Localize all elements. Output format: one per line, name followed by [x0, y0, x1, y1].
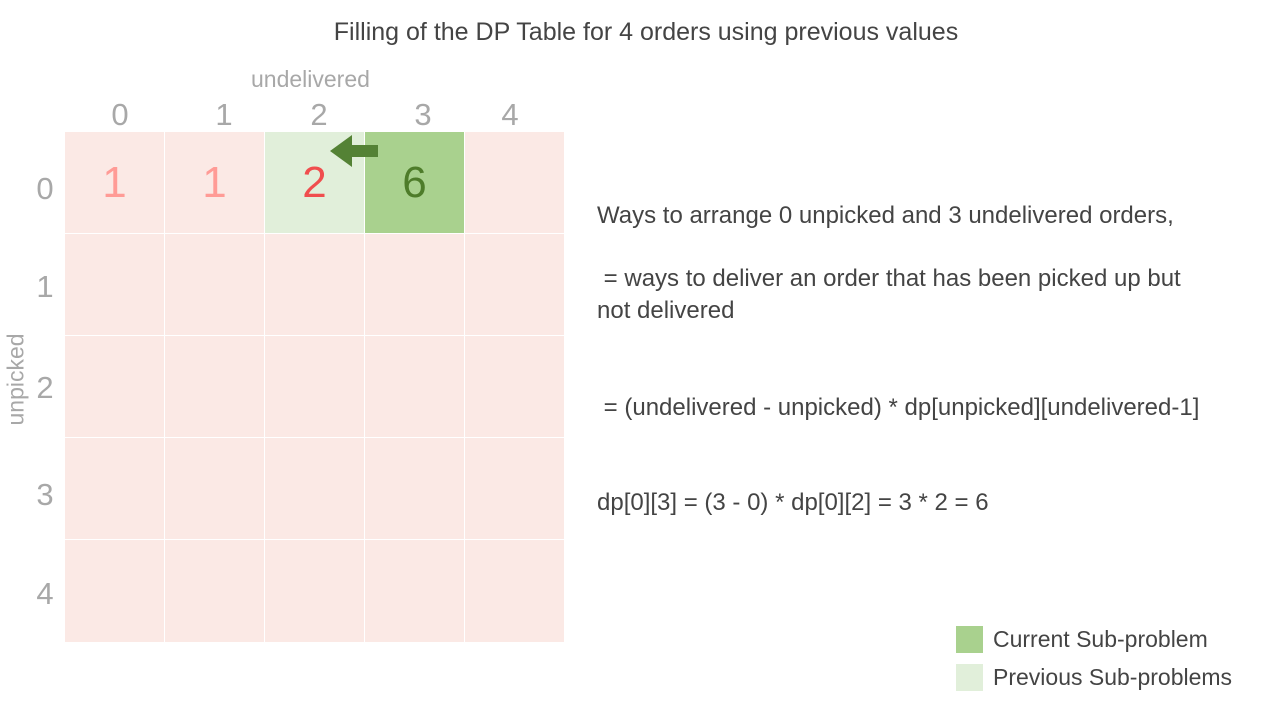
explanation-line-3: = (undelivered - unpicked) * dp[unpicked…	[597, 394, 1200, 421]
explanation-line-1: Ways to arrange 0 unpicked and 3 undeliv…	[597, 202, 1174, 229]
legend-previous: Previous Sub-problems	[956, 663, 1232, 691]
x-axis-title: undelivered	[251, 66, 370, 92]
dp-cell-3-2	[265, 438, 365, 540]
explanation-line-2: = ways to deliver an order that has been…	[597, 265, 1181, 324]
left-arrow-shape	[330, 135, 378, 167]
dp-cell-2-2	[265, 336, 365, 438]
dp-cell-1-3	[365, 234, 465, 336]
dp-cell-0-4	[465, 132, 565, 234]
row-label-4: 4	[36, 576, 54, 611]
legend-current: Current Sub-problem	[956, 625, 1208, 653]
dp-cell-2-0	[65, 336, 165, 438]
dp-cell-4-2	[265, 540, 365, 643]
dp-cell-value: 6	[402, 157, 427, 207]
dp-cell-2-1	[165, 336, 265, 438]
dp-cell-3-4	[465, 438, 565, 540]
explanation-line-4: dp[0][3] = (3 - 0) * dp[0][2] = 3 * 2 = …	[597, 489, 989, 516]
dp-cell-2-4	[465, 336, 565, 438]
dp-table: 1 1 2 6	[65, 132, 565, 643]
dp-cell-1-4	[465, 234, 565, 336]
dp-cell-value: 2	[302, 157, 327, 207]
column-label-4: 4	[501, 97, 519, 132]
dp-cell-4-1	[165, 540, 265, 643]
dp-cell-0-1: 1	[165, 132, 265, 234]
row-label-1: 1	[36, 269, 54, 304]
legend-previous-swatch	[956, 663, 983, 691]
left-arrow-icon	[330, 135, 378, 167]
dp-cell-4-3	[365, 540, 465, 643]
dp-cell-3-1	[165, 438, 265, 540]
dp-cell-2-3	[365, 336, 465, 438]
dp-cell-value: 1	[202, 157, 227, 207]
dp-cell-0-3: 6	[365, 132, 465, 234]
row-label-3: 3	[36, 477, 54, 512]
legend-previous-label: Previous Sub-problems	[993, 663, 1233, 690]
y-axis-title: unpicked	[2, 333, 29, 426]
legend-current-swatch	[956, 625, 983, 653]
column-label-1: 1	[215, 97, 233, 132]
dp-cell-4-4	[465, 540, 565, 643]
row-label-0: 0	[36, 171, 54, 206]
dp-cell-4-0	[65, 540, 165, 643]
dp-cell-3-0	[65, 438, 165, 540]
dp-cell-1-1	[165, 234, 265, 336]
column-label-3: 3	[414, 97, 432, 132]
row-label-2: 2	[36, 370, 54, 405]
dp-cell-3-3	[365, 438, 465, 540]
dp-cell-1-0	[65, 234, 165, 336]
column-label-2: 2	[310, 97, 328, 132]
dp-cell-1-2	[265, 234, 365, 336]
dp-cell-value: 1	[102, 157, 127, 207]
column-label-0: 0	[111, 97, 129, 132]
legend-current-label: Current Sub-problem	[993, 625, 1208, 652]
dp-cell-0-0: 1	[65, 132, 165, 234]
diagram-title: Filling of the DP Table for 4 orders usi…	[333, 18, 959, 46]
